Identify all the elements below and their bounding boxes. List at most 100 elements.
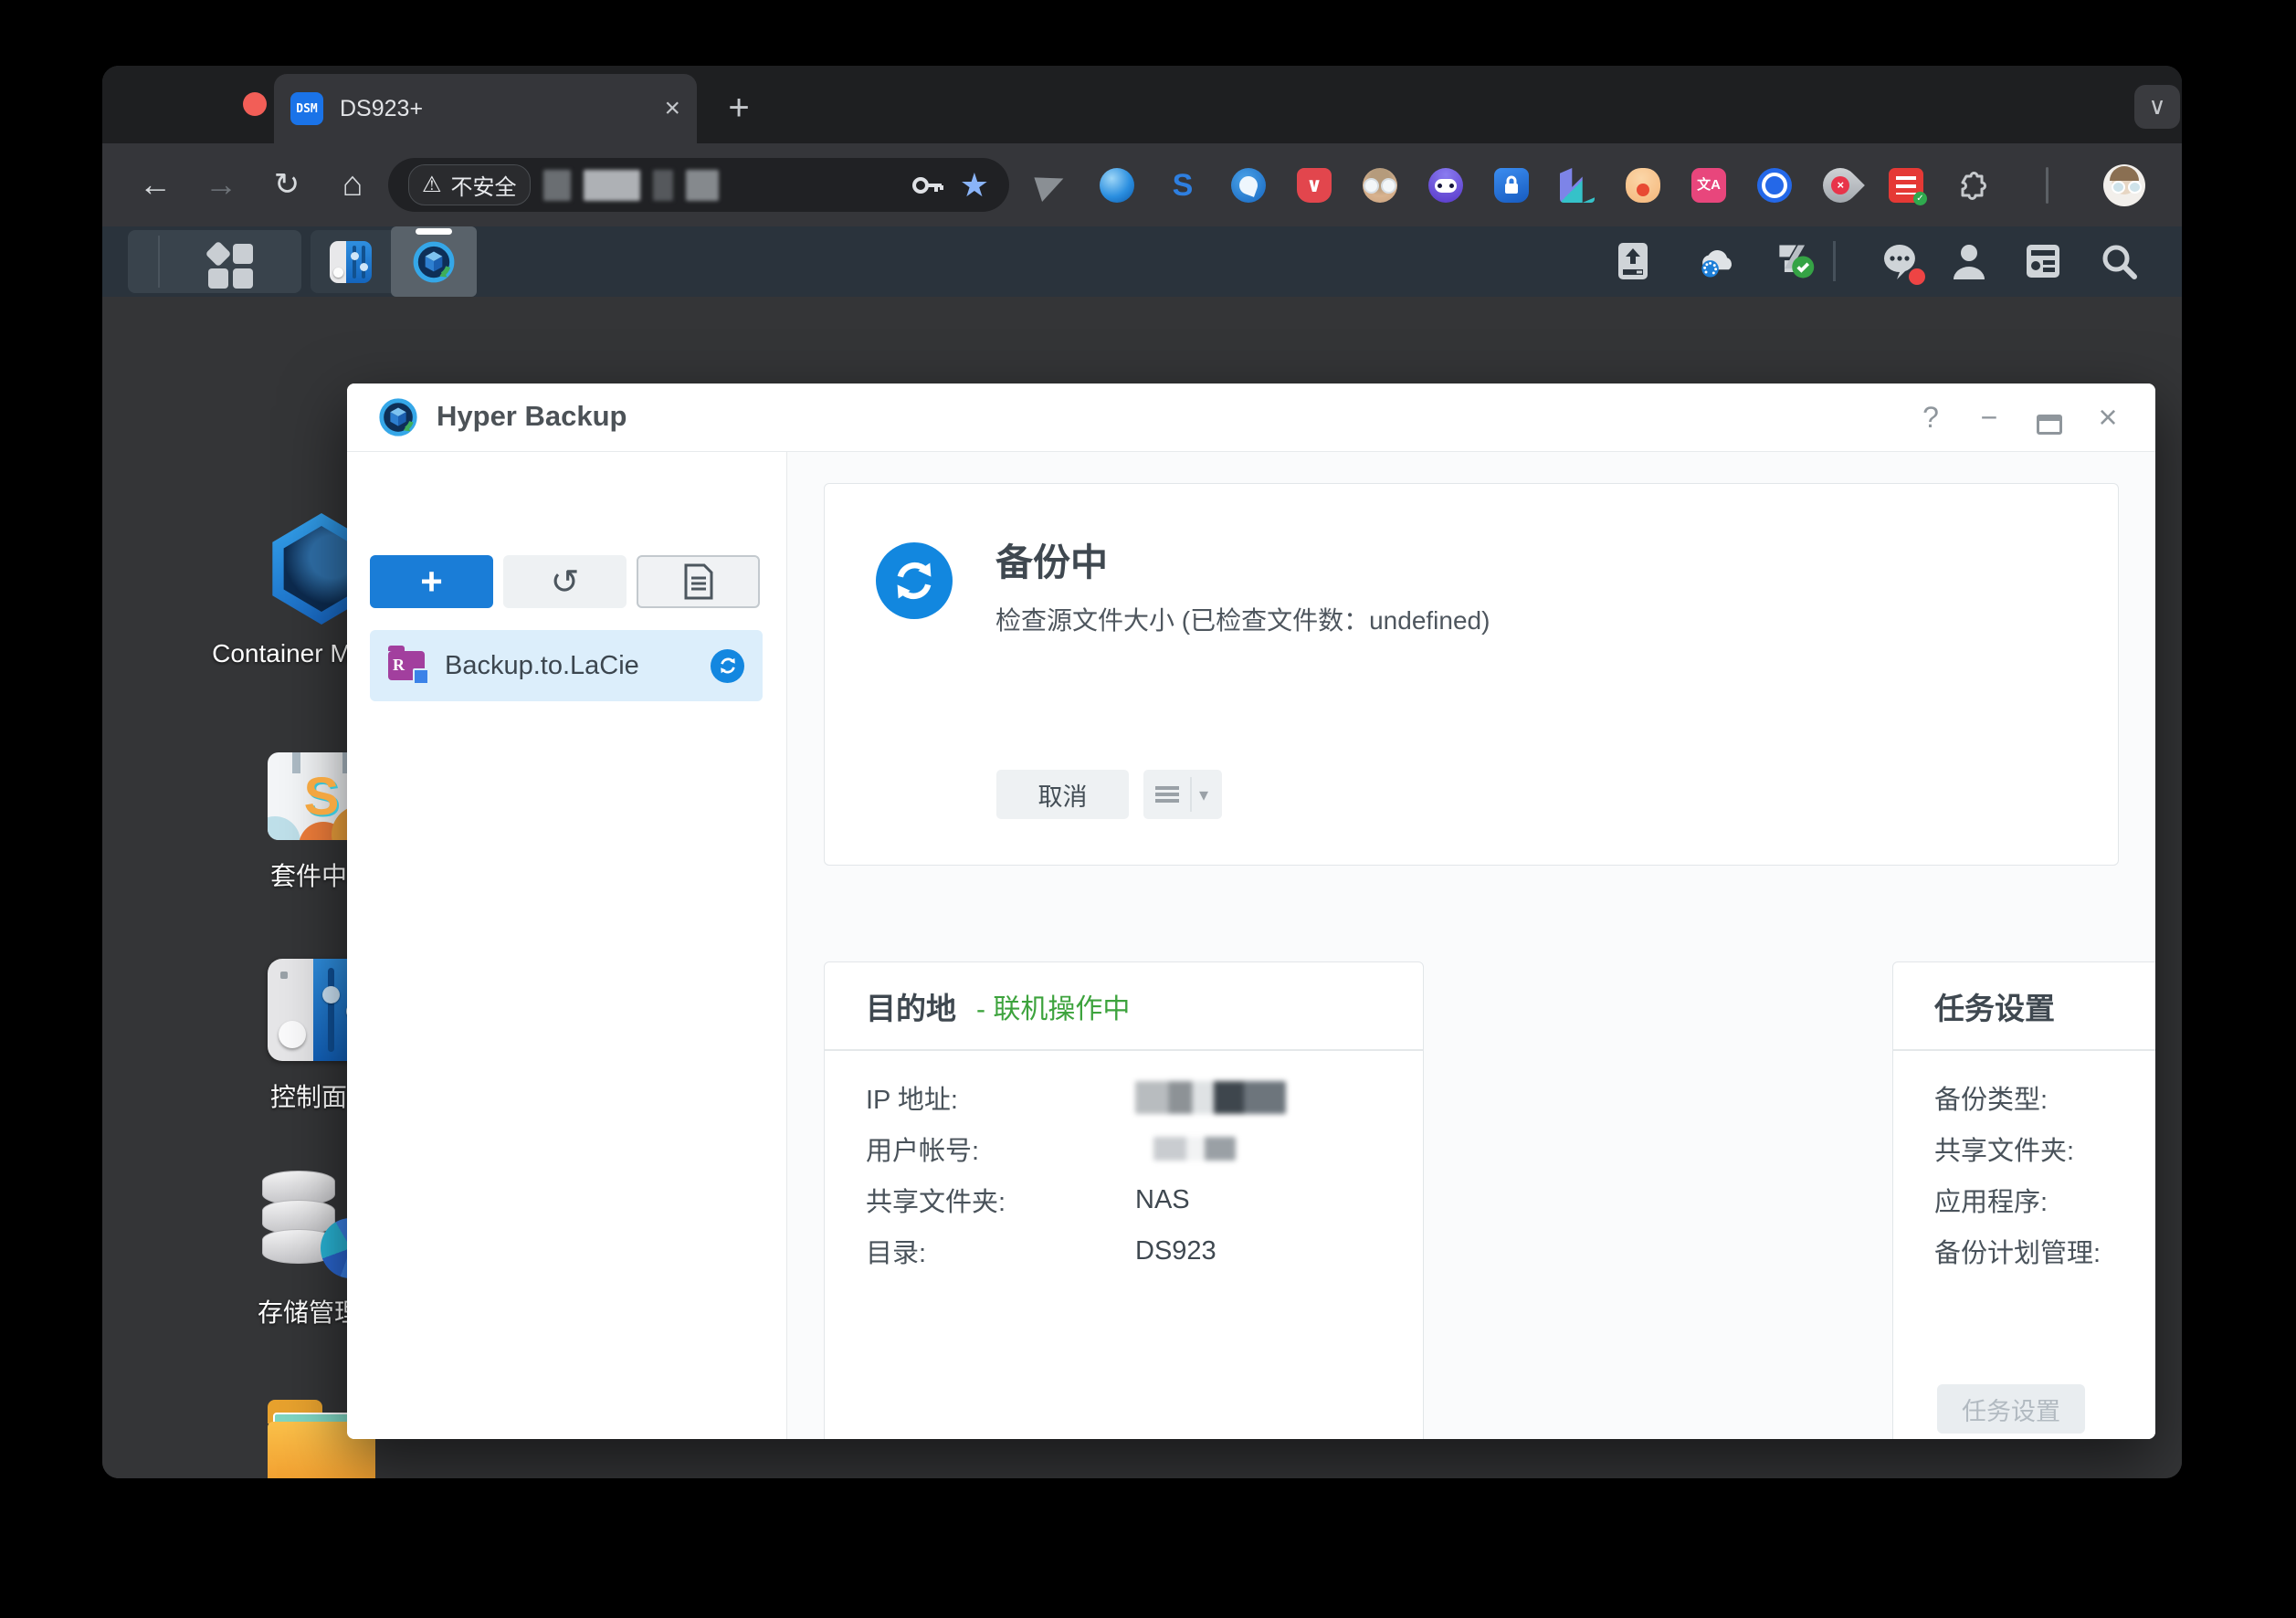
extensions-puzzle-icon[interactable] (1954, 168, 1989, 203)
backup-task-item[interactable]: R Backup.to.LaCie (370, 630, 763, 701)
taskbar-hyper-backup-active[interactable] (391, 226, 477, 297)
main-menu-button[interactable] (128, 230, 301, 293)
minimize-button[interactable]: − (1969, 399, 2009, 436)
address-bar[interactable]: ⚠ 不安全 ★ (388, 158, 1009, 212)
destination-row: 共享文件夹: NAS (866, 1184, 1190, 1218)
task-syncing-badge (711, 648, 744, 683)
search-icon[interactable] (2097, 239, 2141, 283)
blocker-extension-icon[interactable]: × (1816, 161, 1865, 210)
settings-row: 共享文件夹: 1Panel, Developer, Me... (1934, 1137, 2075, 1166)
browser-toolbar: ← → ↻ ⌂ ⚠ 不安全 ★ S ∨ 文A × ✓ (102, 143, 2182, 226)
hyper-backup-window: Hyper Backup ? − × + ↺ R Backup.to.LaCie… (347, 383, 2155, 1439)
warning-icon: ⚠ (422, 172, 442, 197)
task-settings-header: 任务设置 (1893, 962, 2155, 1051)
redacted-ip-value (1135, 1081, 1286, 1114)
redacted-url-segment (652, 169, 673, 201)
notifications-icon[interactable] (1878, 239, 1925, 285)
cancel-button[interactable]: 取消 (996, 770, 1129, 819)
proxy-extension-icon[interactable] (1231, 168, 1266, 203)
redacted-url-segment (685, 169, 719, 201)
task-actions-split-button[interactable]: ▾ (1143, 770, 1222, 819)
new-tab-button[interactable]: + (716, 86, 762, 131)
taskbar-separator (1833, 241, 1836, 281)
notes-extension-icon[interactable]: ✓ (1889, 168, 1927, 205)
screen: DSM DS923+ × + ∨ ← → ↻ ⌂ ⚠ 不安全 ★ S ∨ 文A … (0, 0, 2296, 1618)
browser-tab[interactable]: DSM DS923+ × (274, 74, 697, 143)
destination-title: 目的地 (866, 991, 956, 1025)
settings-row: 应用程序: 无 (1934, 1188, 2048, 1217)
eyes-extension-icon[interactable] (1428, 168, 1463, 203)
status-detail: 检查源文件大小 (已检查文件数：undefined) (995, 606, 1490, 635)
close-button[interactable]: × (2088, 399, 2128, 436)
bookmark-star-icon[interactable]: ★ (960, 166, 989, 204)
send-extension-icon[interactable] (1034, 168, 1069, 203)
reload-icon[interactable]: ↻ (261, 159, 312, 210)
dsm-favicon: DSM (290, 92, 323, 125)
destination-panel: 目的地 - 联机操作中 IP 地址: 用户帐号: 共享文件夹: NAS 目录: … (824, 961, 1424, 1439)
sidebar-extension-icon[interactable]: S (1165, 168, 1200, 203)
settings-row: 备份计划管理: 时间: 09:00 间隔: 周二 (1934, 1239, 2101, 1268)
log-button[interactable] (637, 555, 760, 608)
toolbar-separator (2046, 167, 2048, 204)
menu-lines-icon (1155, 786, 1179, 803)
window-title: Hyper Backup (437, 400, 627, 432)
history-button[interactable]: ↺ (503, 555, 627, 608)
tab-close-icon[interactable]: × (664, 95, 680, 122)
password-manager-extension-icon[interactable] (1494, 168, 1529, 203)
blob-extension-icon[interactable] (1626, 168, 1660, 203)
shield-extension-icon[interactable]: ∨ (1297, 168, 1332, 203)
maximize-button[interactable] (2029, 406, 2070, 435)
forward-icon[interactable]: → (195, 159, 247, 210)
backup-status-card: 备份中 检查源文件大小 (已检查文件数：undefined) 取消 ▾ (824, 483, 2119, 866)
m-extension-icon[interactable] (1560, 168, 1595, 203)
redacted-account-value (1153, 1137, 1236, 1161)
redacted-url-segment (542, 169, 571, 201)
help-button[interactable]: ? (1911, 399, 1951, 436)
task-settings-button-disabled[interactable]: 任务设置 (1937, 1384, 2085, 1434)
hyper-backup-sidebar: + ↺ R Backup.to.LaCie (347, 452, 787, 1439)
avatar-extension-icon[interactable] (1363, 168, 1397, 203)
profile-avatar[interactable] (2103, 164, 2145, 206)
password-key-icon[interactable] (909, 167, 945, 204)
widgets-icon[interactable] (2021, 239, 2065, 283)
hyper-backup-main: 备份中 检查源文件大小 (已检查文件数：undefined) 取消 ▾ 目的地 … (787, 452, 2155, 1439)
task-settings-title: 任务设置 (1934, 991, 2055, 1025)
drive-status-icon[interactable] (1773, 239, 1817, 283)
macos-close-button[interactable] (243, 92, 267, 116)
security-chip[interactable]: ⚠ 不安全 (408, 164, 531, 205)
destination-row: IP 地址: (866, 1079, 1396, 1116)
add-task-button[interactable]: + (370, 555, 493, 608)
ring-extension-icon[interactable] (1757, 168, 1792, 203)
notification-badge (1909, 268, 1925, 285)
task-name: Backup.to.LaCie (445, 650, 639, 680)
translate-extension-icon[interactable]: 文A (1691, 168, 1726, 203)
hyper-backup-titlebar[interactable]: Hyper Backup ? − × (347, 383, 2155, 452)
destination-row: 目录: DS923 (866, 1235, 1216, 1269)
browser-window: DSM DS923+ × + ∨ ← → ↻ ⌂ ⚠ 不安全 ★ S ∨ 文A … (102, 66, 2182, 1478)
browser-tabstrip: DSM DS923+ × + ∨ (102, 66, 2182, 143)
hyper-backup-icon (413, 241, 455, 283)
history-icon: ↺ (550, 562, 580, 602)
document-icon (684, 563, 712, 600)
balloon-extension-icon[interactable] (1100, 168, 1134, 203)
active-app-indicator (416, 228, 452, 235)
redacted-url-segment (583, 169, 640, 201)
security-label: 不安全 (450, 175, 517, 200)
status-title: 备份中 (995, 541, 1108, 583)
external-device-icon[interactable] (1611, 239, 1655, 283)
online-status: - 联机操作中 (976, 993, 1131, 1024)
destination-header: 目的地 - 联机操作中 (825, 962, 1423, 1051)
user-icon[interactable] (1947, 239, 1991, 283)
sync-progress-icon (876, 542, 953, 619)
hyper-backup-app-icon (379, 398, 417, 436)
extension-row: S ∨ 文A × ✓ ⋮ (1034, 160, 2182, 211)
home-icon[interactable]: ⌂ (327, 159, 378, 210)
back-icon[interactable]: ← (130, 159, 181, 210)
app-grid-icon (205, 240, 265, 289)
taskbar-control-panel-icon[interactable] (330, 241, 372, 283)
destination-row: 用户帐号: (866, 1130, 1396, 1167)
cloud-sync-icon[interactable] (1695, 239, 1739, 283)
split-divider (1190, 777, 1192, 812)
tab-overview-button[interactable]: ∨ (2134, 85, 2180, 129)
task-folder-icon: R (388, 646, 429, 685)
